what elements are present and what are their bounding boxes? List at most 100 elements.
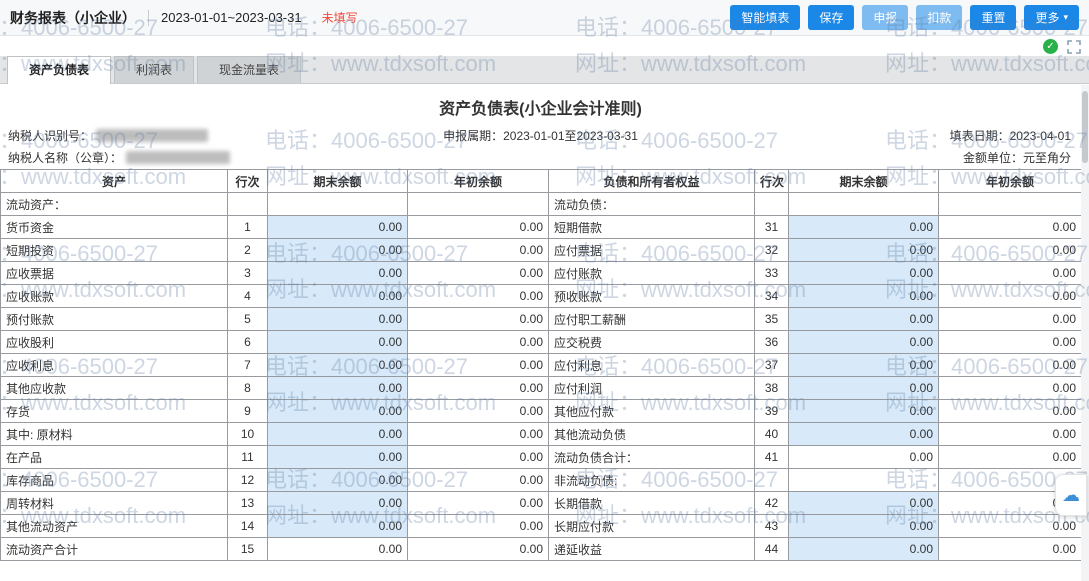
asset-beginning-balance-cell: 0.00	[408, 377, 549, 400]
liability-ending-balance-cell[interactable]: 0.00	[789, 400, 939, 423]
liability-ending-balance-cell[interactable]: 0.00	[789, 423, 939, 446]
asset-name-cell: 短期投资	[1, 239, 228, 262]
asset-ending-balance-cell[interactable]: 0.00	[268, 469, 408, 492]
table-row: 应收利息70.000.00应付利息370.000.00	[1, 354, 1082, 377]
asset-ending-balance-cell[interactable]: 0.00	[268, 262, 408, 285]
liability-beginning-balance-cell: 0.00	[939, 308, 1082, 331]
reset-button[interactable]: 重置	[970, 5, 1016, 30]
liability-beginning-balance-cell: 0.00	[939, 446, 1082, 469]
asset-ending-balance-cell[interactable]: 0.00	[268, 446, 408, 469]
asset-beginning-balance-cell: 0.00	[408, 538, 549, 561]
liability-ending-balance-cell[interactable]: 0.00	[789, 515, 939, 538]
liability-ending-balance-cell[interactable]: 0.00	[789, 492, 939, 515]
asset-ending-balance-cell[interactable]: 0.00	[268, 216, 408, 239]
asset-beginning-balance-cell: 0.00	[408, 285, 549, 308]
asset-line-number: 1	[228, 216, 268, 239]
table-header-row: 资产行次期末余额年初余额负债和所有者权益行次期末余额年初余额	[1, 170, 1082, 193]
validation-ok-icon: ✓	[1043, 39, 1058, 54]
table-row: 存货90.000.00其他应付款390.000.00	[1, 400, 1082, 423]
liability-name-cell: 应付职工薪酬	[549, 308, 755, 331]
table-row: 短期投资20.000.00应付票据320.000.00	[1, 239, 1082, 262]
liability-line-number: 44	[755, 538, 789, 561]
smart-fill-button[interactable]: 智能填表	[730, 5, 800, 30]
asset-line-number: 10	[228, 423, 268, 446]
page-title: 财务报表（小企业）	[10, 8, 136, 28]
asset-beginning-balance-cell: 0.00	[408, 400, 549, 423]
liability-ending-balance-cell[interactable]: 0.00	[789, 216, 939, 239]
liability-ending-balance-cell	[789, 193, 939, 216]
save-button[interactable]: 保存	[808, 5, 854, 30]
liability-ending-balance-cell[interactable]: 0.00	[789, 308, 939, 331]
liability-name-cell: 应付利润	[549, 377, 755, 400]
liability-ending-balance-cell[interactable]: 0.00	[789, 538, 939, 561]
caret-down-icon: ▾	[1063, 13, 1068, 22]
tab-cash-flow[interactable]: 现金流量表	[197, 56, 301, 83]
liability-line-number: 33	[755, 262, 789, 285]
column-header: 行次	[228, 170, 268, 193]
asset-line-number: 2	[228, 239, 268, 262]
table-row: 其他应收款80.000.00应付利润380.000.00	[1, 377, 1082, 400]
asset-beginning-balance-cell: 0.00	[408, 515, 549, 538]
declare-button[interactable]: 申报	[862, 5, 908, 30]
asset-line-number: 12	[228, 469, 268, 492]
table-row: 应收票据30.000.00应付账款330.000.00	[1, 262, 1082, 285]
asset-name-cell: 流动资产合计	[1, 538, 228, 561]
asset-ending-balance-cell[interactable]: 0.00	[268, 400, 408, 423]
liability-name-cell: 递延收益	[549, 538, 755, 561]
title-divider	[148, 10, 149, 26]
asset-line-number: 15	[228, 538, 268, 561]
liability-ending-balance-cell[interactable]: 0.00	[789, 331, 939, 354]
asset-line-number: 7	[228, 354, 268, 377]
tab-income-statement[interactable]: 利润表	[114, 56, 194, 83]
deduct-button[interactable]: 扣款	[916, 5, 962, 30]
liability-line-number	[755, 193, 789, 216]
liability-ending-balance-cell[interactable]: 0.00	[789, 262, 939, 285]
column-header: 年初余额	[939, 170, 1082, 193]
liability-line-number: 38	[755, 377, 789, 400]
more-button[interactable]: 更多▾	[1024, 5, 1079, 30]
column-header: 期末余额	[789, 170, 939, 193]
asset-line-number: 8	[228, 377, 268, 400]
asset-ending-balance-cell[interactable]: 0.00	[268, 423, 408, 446]
asset-ending-balance-cell[interactable]: 0.00	[268, 239, 408, 262]
liability-name-cell: 应交税费	[549, 331, 755, 354]
asset-name-cell: 其他流动资产	[1, 515, 228, 538]
asset-name-cell: 流动资产：	[1, 193, 228, 216]
asset-ending-balance-cell[interactable]: 0.00	[268, 354, 408, 377]
sheet: 资产负债表(小企业会计准则) 纳税人识别号： 申报属期：2023-01-01至2…	[0, 85, 1081, 581]
asset-ending-balance-cell[interactable]: 0.00	[268, 285, 408, 308]
liability-beginning-balance-cell: 0.00	[939, 538, 1082, 561]
fullscreen-icon[interactable]	[1067, 40, 1081, 54]
asset-ending-balance-cell[interactable]: 0.00	[268, 515, 408, 538]
liability-line-number: 39	[755, 400, 789, 423]
liability-line-number: 35	[755, 308, 789, 331]
asset-beginning-balance-cell	[408, 193, 549, 216]
column-header: 负债和所有者权益	[549, 170, 755, 193]
scrollbar-thumb[interactable]	[1082, 91, 1088, 163]
liability-ending-balance-cell[interactable]: 0.00	[789, 377, 939, 400]
info-row-1: 纳税人识别号： 申报属期：2023-01-01至2023-03-31 填表日期：…	[0, 123, 1081, 145]
liability-line-number: 32	[755, 239, 789, 262]
liability-ending-balance-cell[interactable]: 0.00	[789, 285, 939, 308]
tab-balance-sheet[interactable]: 资产负债表	[7, 56, 111, 84]
liability-ending-balance-cell[interactable]: 0.00	[789, 239, 939, 262]
asset-name-cell: 库存商品	[1, 469, 228, 492]
liability-name-cell: 长期应付款	[549, 515, 755, 538]
asset-ending-balance-cell[interactable]: 0.00	[268, 377, 408, 400]
asset-ending-balance-cell[interactable]: 0.00	[268, 308, 408, 331]
asset-ending-balance-cell[interactable]: 0.00	[268, 492, 408, 515]
asset-ending-balance-cell[interactable]: 0.00	[268, 331, 408, 354]
cloud-widget-button[interactable]: ☁	[1055, 474, 1087, 516]
asset-name-cell: 在产品	[1, 446, 228, 469]
report-period: 2023-01-01~2023-03-31	[161, 10, 302, 25]
table-body: 流动资产：流动负债：货币资金10.000.00短期借款310.000.00短期投…	[1, 193, 1082, 561]
asset-beginning-balance-cell: 0.00	[408, 262, 549, 285]
liability-line-number	[755, 469, 789, 492]
asset-name-cell: 货币资金	[1, 216, 228, 239]
liability-line-number: 31	[755, 216, 789, 239]
table-row: 应收股利60.000.00应交税费360.000.00	[1, 331, 1082, 354]
asset-beginning-balance-cell: 0.00	[408, 469, 549, 492]
asset-name-cell: 应收票据	[1, 262, 228, 285]
asset-line-number: 5	[228, 308, 268, 331]
liability-ending-balance-cell[interactable]: 0.00	[789, 354, 939, 377]
